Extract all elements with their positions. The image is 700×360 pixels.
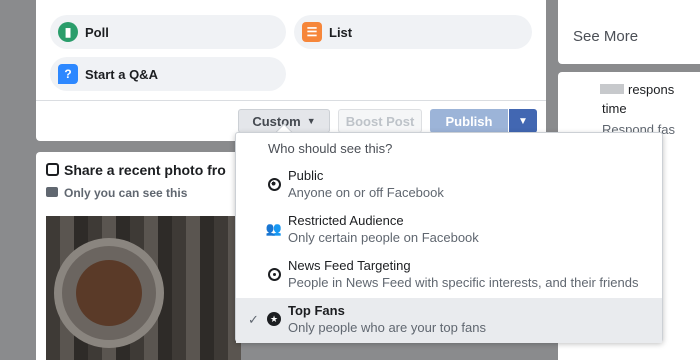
target-icon	[266, 266, 282, 282]
audience-option-top-fans[interactable]: ✓ ★ Top Fans Only people who are your to…	[236, 298, 662, 343]
post-composer: ▮ Poll ☰ List ? Start a Q&A Custom ▼ Boo…	[36, 0, 546, 141]
option-description: Anyone on or off Facebook	[288, 185, 444, 200]
photo-food	[76, 260, 142, 326]
see-more-card: See More	[558, 0, 700, 64]
question-icon: ?	[58, 64, 78, 84]
blurred-text	[600, 84, 624, 94]
option-description: People in News Feed with specific intere…	[288, 275, 639, 290]
poll-label: Poll	[85, 24, 109, 40]
star-circle-icon: ★	[266, 311, 282, 327]
response-line-2: time	[602, 101, 627, 116]
instagram-icon	[46, 163, 59, 176]
globe-icon	[266, 176, 282, 192]
boost-post-button[interactable]: Boost Post	[338, 109, 422, 133]
audience-option-news-feed-targeting[interactable]: News Feed Targeting People in News Feed …	[236, 253, 662, 298]
response-line-1: respons	[628, 82, 675, 97]
poll-icon: ▮	[58, 22, 78, 42]
option-label: Restricted Audience	[288, 213, 404, 228]
caret-down-icon: ▼	[518, 115, 528, 127]
option-description: Only people who are your top fans	[288, 320, 487, 335]
option-description: Only certain people on Facebook	[288, 230, 479, 245]
audience-option-public[interactable]: Public Anyone on or off Facebook	[236, 163, 662, 208]
publish-label: Publish	[445, 113, 493, 129]
checkmark-icon: ✓	[248, 312, 259, 327]
see-more-link[interactable]: See More	[573, 28, 638, 45]
poll-button[interactable]: ▮ Poll	[50, 15, 286, 49]
share-card-title: Share a recent photo fro	[46, 162, 226, 178]
option-label: Top Fans	[288, 303, 345, 318]
custom-label: Custom	[252, 113, 301, 129]
list-icon: ☰	[302, 22, 322, 42]
list-button[interactable]: ☰ List	[294, 15, 532, 49]
audience-option-restricted[interactable]: 👥 Restricted Audience Only certain peopl…	[236, 208, 662, 253]
start-qa-button[interactable]: ? Start a Q&A	[50, 57, 286, 91]
audience-dropdown-menu: Who should see this? Public Anyone on or…	[235, 132, 663, 343]
option-label: News Feed Targeting	[288, 258, 411, 273]
publish-button[interactable]: Publish	[430, 109, 508, 133]
option-label: Public	[288, 168, 324, 183]
qa-label: Start a Q&A	[85, 66, 158, 82]
people-icon: 👥	[265, 221, 283, 236]
caret-down-icon: ▼	[306, 116, 316, 126]
publish-options-button[interactable]: ▼	[509, 109, 537, 133]
boost-label: Boost Post	[345, 113, 415, 129]
lock-icon	[46, 187, 58, 197]
recent-photo[interactable]	[46, 216, 241, 360]
list-label: List	[329, 24, 353, 40]
dropdown-header: Who should see this?	[268, 141, 393, 156]
share-photo-card: Share a recent photo fro Only you can se…	[36, 152, 241, 360]
share-card-subtitle: Only you can see this	[46, 186, 187, 200]
